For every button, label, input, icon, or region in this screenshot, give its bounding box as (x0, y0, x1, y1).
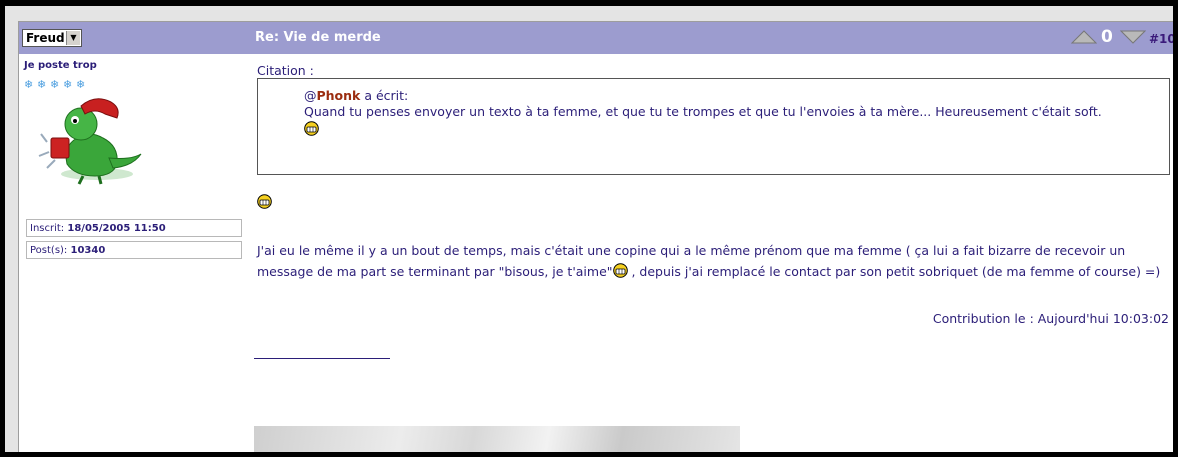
snowflake-icon: ❄ (37, 78, 47, 91)
signature-image (254, 426, 740, 452)
quote-author-link[interactable]: Phonk (317, 88, 361, 103)
quote-wrote-label: a écrit: (360, 88, 409, 103)
joined-date: 18/05/2005 11:50 (67, 223, 166, 234)
grin-smiley-icon (304, 121, 319, 136)
user-rank: Je poste trop (24, 60, 97, 71)
post-count-info: Post(s): 10340 (26, 241, 242, 259)
quote-text: Quand tu penses envoyer un texto à ta fe… (304, 104, 1102, 119)
joined-label: Inscrit: (30, 223, 65, 234)
post-number-link[interactable]: #10 (1149, 32, 1173, 46)
signature-divider (254, 358, 390, 359)
post-body-text: J'ai eu le même il y a un bout de temps,… (257, 241, 1172, 282)
snowflake-icon: ❄ (76, 78, 86, 91)
grin-smiley-icon (257, 194, 272, 209)
vote-down-icon[interactable] (1120, 30, 1146, 44)
joined-info: Inscrit: 18/05/2005 11:50 (26, 219, 242, 237)
post-count-label: Post(s): (30, 245, 68, 256)
page-frame: Freud ▼ Re: Vie de merde 0 #10 Je poste … (5, 6, 1173, 452)
post-body-part2: , depuis j'ai remplacé le contact par so… (627, 263, 1161, 279)
quote-author-line: @Phonk a écrit: (304, 88, 408, 103)
quote-label: Citation : (257, 63, 314, 78)
vote-up-icon[interactable] (1071, 30, 1097, 44)
author-sidebar: Je poste trop ❄ ❄ ❄ ❄ ❄ Inscrit: 18/05/2005 … (19, 54, 251, 452)
post-content: Citation : @Phonk a écrit: Quand tu pens… (254, 54, 1173, 452)
snowflake-icon: ❄ (63, 78, 73, 91)
post-count-value: 10340 (70, 245, 106, 256)
post-header: Freud ▼ Re: Vie de merde 0 #10 (19, 22, 1173, 54)
user-select-dropdown[interactable]: Freud ▼ (22, 29, 82, 47)
grin-smiley-icon (612, 262, 628, 278)
post-title: Re: Vie de merde (255, 30, 381, 45)
avatar[interactable] (37, 94, 149, 186)
forum-post: Freud ▼ Re: Vie de merde 0 #10 Je poste … (18, 21, 1173, 452)
vote-count: 0 (1101, 27, 1113, 47)
dropdown-arrow-icon[interactable]: ▼ (66, 31, 80, 45)
snowflake-icon: ❄ (24, 78, 34, 91)
user-select-value: Freud (26, 31, 65, 45)
snowflake-icon: ❄ (50, 78, 60, 91)
contribution-timestamp: Contribution le : Aujourd'hui 10:03:02 (932, 311, 1169, 326)
quote-author-prefix: @ (304, 88, 317, 103)
rank-stars: ❄ ❄ ❄ ❄ ❄ (24, 73, 89, 92)
